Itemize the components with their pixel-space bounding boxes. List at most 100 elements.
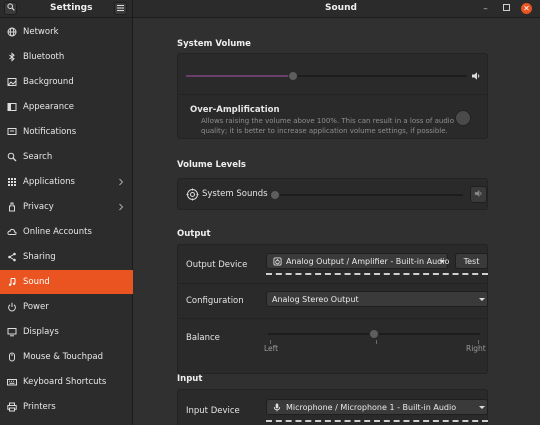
balance-right-label: Right: [466, 344, 486, 353]
sidebar-item-label: Network: [23, 27, 59, 37]
input-heading: Input: [177, 374, 203, 384]
balance-label: Balance: [186, 333, 220, 343]
sidebar-item-appearance[interactable]: Appearance: [0, 95, 133, 119]
sidebar-item-network[interactable]: Network: [0, 20, 133, 44]
balance-tick-center: [376, 340, 377, 344]
share-icon: [6, 252, 17, 263]
sidebar-item-label: Appearance: [23, 102, 75, 112]
sidebar-item-label: Keyboard Shortcuts: [23, 377, 107, 387]
sidebar-item-privacy[interactable]: Privacy: [0, 195, 133, 219]
bluetooth-icon: [6, 52, 17, 63]
sidebar-item-label: Displays: [23, 327, 59, 337]
sidebar-item-label: Sharing: [23, 252, 56, 262]
sound-panel: System Volume Over-Amplification Allows …: [134, 18, 540, 425]
maximize-icon: [503, 3, 510, 14]
sidebar-item-power[interactable]: Power: [0, 295, 133, 319]
settings-title: Settings: [50, 3, 93, 13]
sidebar-item-printers[interactable]: Printers: [0, 395, 133, 419]
microphone-icon: [273, 403, 281, 415]
over-amplification-description-1: Allows raising the volume above 100%. Th…: [201, 117, 454, 125]
input-device-value: Microphone / Microphone 1 - Built-in Aud…: [286, 403, 457, 412]
maximize-button[interactable]: [501, 3, 512, 14]
input-device-dropdown[interactable]: Microphone / Microphone 1 - Built-in Aud…: [266, 399, 488, 415]
system-sounds-handle[interactable]: [270, 190, 280, 200]
configuration-dropdown[interactable]: Analog Stereo Output: [266, 291, 488, 307]
divider: [178, 94, 487, 95]
sidebar-item-mouse-touchpad[interactable]: Mouse & Touchpad: [0, 345, 133, 369]
focus-indicator: [266, 420, 488, 422]
input-device-label: Input Device: [186, 406, 240, 416]
output-device-dropdown[interactable]: Analog Output / Amplifier - Built-in Aud…: [266, 253, 450, 269]
configuration-label: Configuration: [186, 296, 244, 306]
over-amplification-description-2: quality; it is better to increase applic…: [201, 127, 448, 135]
sidebar-item-sharing[interactable]: Sharing: [0, 245, 133, 269]
divider: [178, 318, 487, 319]
system-volume-handle[interactable]: [287, 71, 298, 81]
system-volume-heading: System Volume: [177, 39, 251, 49]
minimize-button[interactable]: –: [480, 3, 491, 14]
sidebar-item-label: Background: [23, 77, 74, 87]
output-device-value: Analog Output / Amplifier - Built-in Aud…: [286, 257, 450, 266]
music-note-icon: [6, 277, 17, 288]
network-icon: [6, 27, 17, 38]
sidebar-item-sound[interactable]: Sound: [0, 270, 133, 294]
over-amplification-toggle[interactable]: [455, 110, 471, 126]
speaker-device-icon: [273, 257, 282, 269]
mouse-icon: [6, 352, 17, 363]
search-button[interactable]: [4, 2, 17, 15]
system-volume-frame: Over-Amplification Allows raising the vo…: [177, 53, 488, 139]
menu-button[interactable]: [114, 2, 127, 15]
power-icon: [6, 302, 17, 313]
sidebar-header: Settings: [0, 0, 133, 18]
test-button[interactable]: Test: [455, 253, 488, 269]
system-sounds-icon: [186, 188, 199, 204]
background-icon: [6, 77, 17, 88]
hamburger-menu-icon: [117, 4, 124, 14]
bell-icon: [6, 127, 17, 138]
volume-levels-frame: System Sounds: [177, 178, 488, 210]
sidebar-item-label: Privacy: [23, 202, 54, 212]
balance-left-label: Left: [264, 344, 279, 353]
sidebar-item-background[interactable]: Background: [0, 70, 133, 94]
sidebar-item-label: Search: [23, 152, 53, 162]
cloud-icon: [6, 227, 17, 238]
sidebar-item-notifications[interactable]: Notifications: [0, 120, 133, 144]
chevron-down-icon: [439, 260, 445, 263]
sidebar-item-displays[interactable]: Displays: [0, 320, 133, 344]
over-amplification-title: Over-Amplification: [190, 105, 280, 115]
page-title: Sound: [325, 3, 357, 13]
sidebar-item-bluetooth[interactable]: Bluetooth: [0, 45, 133, 69]
keyboard-icon: [6, 377, 17, 388]
search-icon: [6, 3, 15, 14]
sidebar-item-label: Online Accounts: [23, 227, 92, 237]
sidebar-item-label: Printers: [23, 402, 56, 412]
chevron-down-icon: [479, 406, 485, 409]
volume-levels-heading: Volume Levels: [177, 160, 246, 170]
sidebar: Network Bluetooth Background Appearance …: [0, 18, 133, 425]
minimize-icon: –: [483, 3, 488, 14]
sidebar-item-label: Bluetooth: [23, 52, 65, 62]
focus-indicator: [266, 273, 488, 275]
chevron-down-icon: [479, 298, 485, 301]
printer-icon: [6, 402, 17, 413]
system-sounds-label: System Sounds: [202, 189, 268, 199]
sidebar-item-label: Notifications: [23, 127, 77, 137]
system-sounds-mute-button[interactable]: [470, 186, 487, 203]
grid-icon: [6, 177, 17, 188]
balance-handle[interactable]: [369, 329, 379, 339]
sidebar-item-search[interactable]: Search: [0, 145, 133, 169]
sidebar-item-applications[interactable]: Applications: [0, 170, 133, 194]
header-bar: Settings Sound – ✕: [0, 0, 540, 18]
sidebar-item-label: Mouse & Touchpad: [23, 352, 104, 362]
close-icon: ✕: [523, 4, 530, 13]
output-device-label: Output Device: [186, 260, 248, 270]
sidebar-item-label: Applications: [23, 177, 75, 187]
configuration-value: Analog Stereo Output: [272, 295, 359, 304]
input-frame: Input Device Microphone / Microphone 1 -…: [177, 389, 488, 425]
speaker-icon[interactable]: [471, 71, 481, 84]
speaker-muted-icon: [474, 189, 483, 200]
sidebar-item-keyboard-shortcuts[interactable]: Keyboard Shortcuts: [0, 370, 133, 394]
close-button[interactable]: ✕: [521, 3, 532, 14]
sidebar-item-online-accounts[interactable]: Online Accounts: [0, 220, 133, 244]
system-sounds-slider[interactable]: [270, 194, 463, 196]
